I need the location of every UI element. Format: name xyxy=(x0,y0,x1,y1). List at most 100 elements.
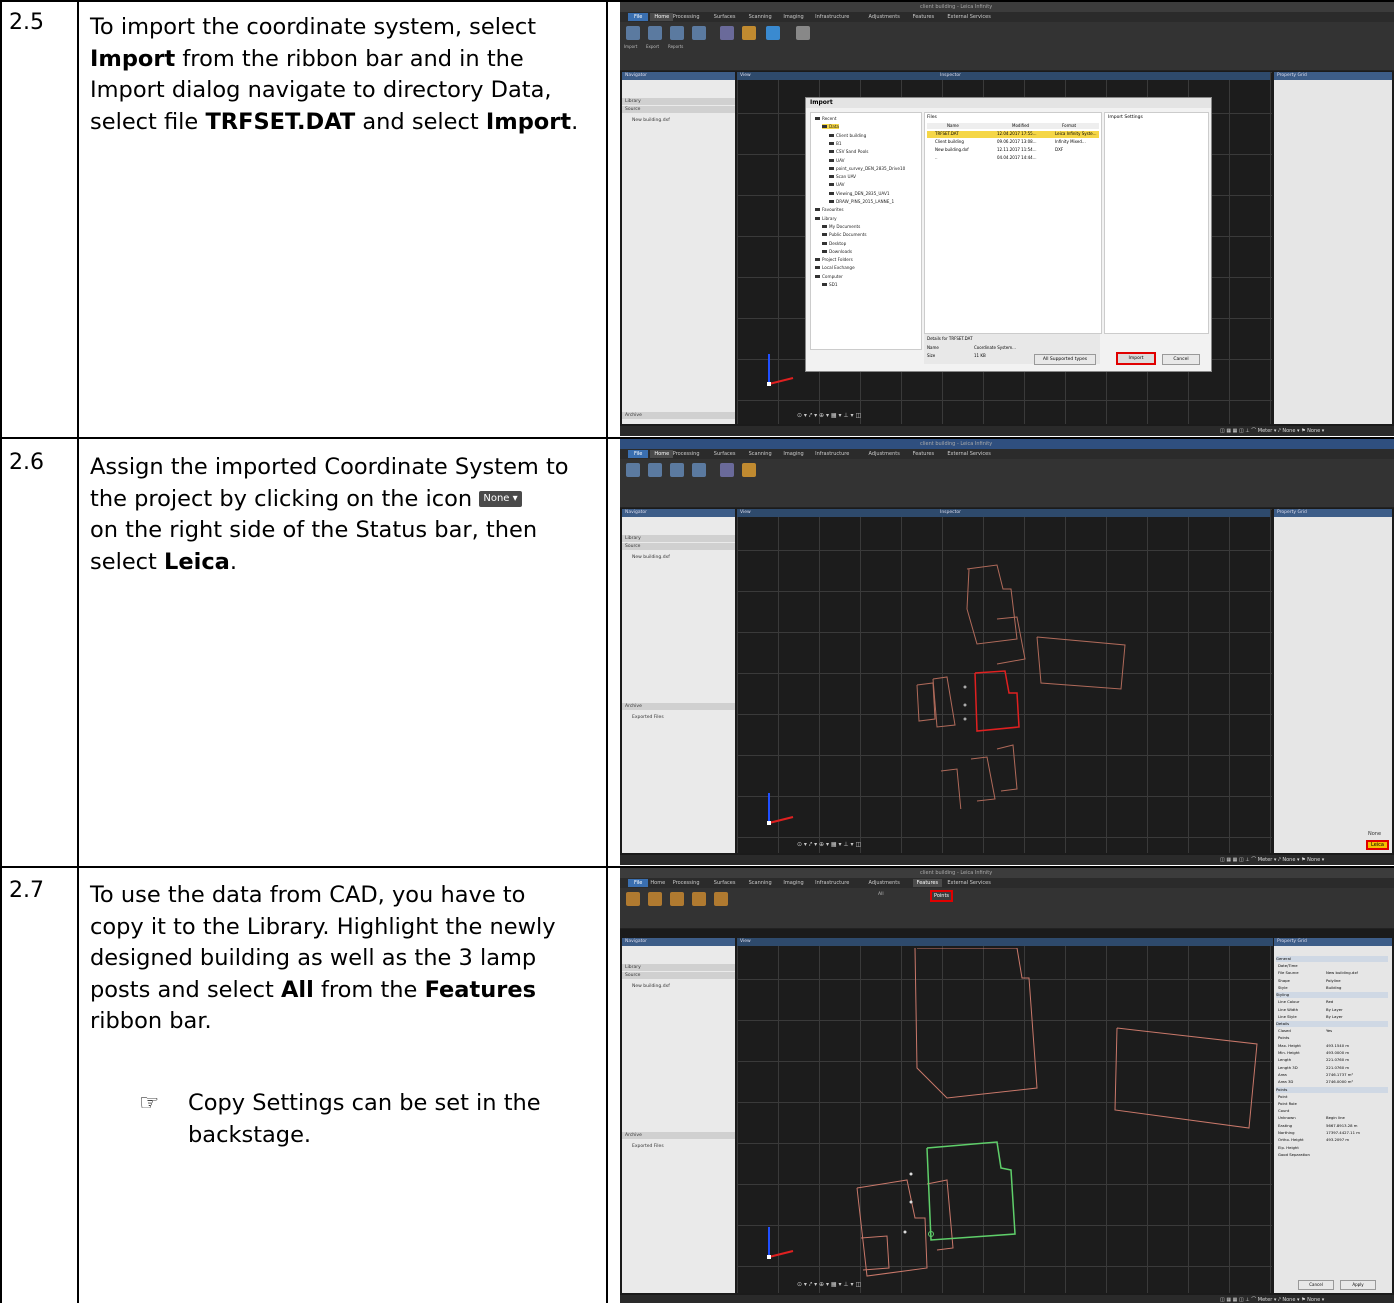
line-feature-icon[interactable] xyxy=(648,892,662,906)
pg-apply-button[interactable]: Apply xyxy=(1340,1280,1376,1290)
spline-feature-icon[interactable] xyxy=(692,892,706,906)
property-value[interactable]: 2746.0000 m² xyxy=(1326,1079,1353,1084)
view-area[interactable]: View Inspector ⊙ ▾ ⤤ ▾ ⊕ ▾ ▦ ▾ ⊥ ▾ ◫ xyxy=(737,509,1272,853)
cs-option-leica[interactable]: Leica xyxy=(1366,840,1389,850)
column-name[interactable]: Name xyxy=(947,123,959,128)
ribbon-tab[interactable]: Imaging xyxy=(783,879,803,887)
property-value[interactable]: Polyline xyxy=(1326,978,1341,983)
ribbon-tab[interactable]: File xyxy=(628,13,649,21)
ribbon-tab[interactable]: File xyxy=(628,450,649,458)
new-building-item[interactable]: New building.dxf xyxy=(632,555,670,560)
archive-bar[interactable]: Archive xyxy=(622,412,735,419)
new-building-item[interactable]: New building.dxf xyxy=(632,984,670,989)
ribbon-tabs[interactable]: File Home Processing Surfaces Scanning Imagin… xyxy=(620,12,1394,22)
cancel-button[interactable]: Cancel xyxy=(1162,354,1200,365)
folder-tree-item[interactable]: SD1 xyxy=(822,282,838,287)
file-row[interactable]: Client building 09.06.2017 13:08... Infini… xyxy=(927,139,1099,146)
folder-tree-item[interactable]: Recent xyxy=(815,116,836,121)
library-bar[interactable]: Library xyxy=(622,98,735,105)
station-icon[interactable] xyxy=(742,463,756,477)
arc-feature-icon[interactable] xyxy=(670,892,684,906)
property-value[interactable]: By Layer xyxy=(1326,1007,1343,1012)
folder-tree-item[interactable]: Scan UAV xyxy=(829,174,856,179)
status-controls[interactable]: ◫ ▦ ▦ ◫ ⊥ ⌒ Meter ▾ ⤤ None ▾ ⚑ None ▾ xyxy=(1220,856,1324,863)
property-section[interactable]: Styling xyxy=(1276,992,1388,999)
property-value[interactable]: 5667.8913.28 m xyxy=(1326,1123,1357,1128)
folder-tree-item[interactable]: B1 xyxy=(829,141,842,146)
folder-tree-item[interactable]: CSV Sand Pools xyxy=(829,149,869,154)
ribbon-tab[interactable]: Infrastructure xyxy=(815,879,849,887)
folder-tree-item[interactable]: point_survey_DEN_2835_Drive10 xyxy=(829,166,905,171)
reports-icon[interactable] xyxy=(670,463,684,477)
ribbon-tab[interactable]: Scanning xyxy=(749,13,772,21)
new-building-item[interactable]: New building.dxf xyxy=(632,118,670,123)
folder-tree-item[interactable]: Data xyxy=(822,124,839,130)
property-value[interactable]: Begin line xyxy=(1326,1115,1345,1120)
ribbon-tab[interactable]: File xyxy=(628,879,649,887)
ribbon-tabs[interactable]: File Home Processing Surfaces Scanning Imagin… xyxy=(620,449,1394,459)
ribbon-tab[interactable]: Features xyxy=(913,450,935,458)
status-controls[interactable]: ◫ ▦ ▦ ◫ ⊥ ⌒ Meter ▾ ⤤ None ▾ ⚑ None ▾ xyxy=(1220,427,1324,434)
ribbon-tab[interactable]: External Services xyxy=(947,879,990,887)
ribbon-tab[interactable]: Features xyxy=(912,879,943,887)
property-section[interactable]: General xyxy=(1276,956,1388,962)
exported-files-item[interactable]: Exported Files xyxy=(632,1144,664,1149)
folder-tree-item[interactable]: Viewing_DEN_2835_UAV1 xyxy=(829,191,890,196)
view-toolbar[interactable]: ⊙ ▾ ⤤ ▾ ⊕ ▾ ▦ ▾ ⊥ ▾ ◫ xyxy=(797,412,861,420)
ribbon-tab[interactable]: Processing xyxy=(673,450,700,458)
library-bar[interactable]: Library xyxy=(622,964,735,971)
folder-tree-item[interactable]: Library xyxy=(815,216,837,221)
ribbon-tab[interactable]: Home xyxy=(650,879,665,887)
property-value[interactable]: 17397.4427.11 m xyxy=(1326,1130,1360,1135)
ribbon-tab[interactable]: Adjustments xyxy=(869,13,900,21)
ribbon-tab[interactable]: Surfaces xyxy=(714,450,736,458)
property-value[interactable]: By Layer xyxy=(1326,1014,1343,1019)
folder-tree-item[interactable]: Desktop xyxy=(822,241,846,246)
ribbon-tab[interactable]: External Services xyxy=(947,13,990,21)
property-value[interactable]: New building.dxf xyxy=(1326,970,1358,975)
file-row[interactable]: New building.dxf 12.11.2017 11:54... DXF xyxy=(927,147,1099,154)
folder-tree-item[interactable]: My Documents xyxy=(822,224,860,229)
area-feature-icon[interactable] xyxy=(714,892,728,906)
property-section[interactable]: Points xyxy=(1276,1086,1388,1093)
view-toolbar[interactable]: ⊙ ▾ ⤤ ▾ ⊕ ▾ ▦ ▾ ⊥ ▾ ◫ xyxy=(797,1281,861,1289)
view-area[interactable]: View ⊙ ▾ ⤤ ▾ ⊕ ▾ ▦ ▾ ⊥ ▾ ◫ xyxy=(737,938,1273,1293)
property-value[interactable]: Red xyxy=(1326,999,1333,1004)
archive-bar[interactable]: Archive xyxy=(622,1132,735,1139)
ribbon-tab[interactable]: External Services xyxy=(947,450,990,458)
folder-tree-item[interactable]: Computer xyxy=(815,274,843,279)
ribbon-tab[interactable]: Infrastructure xyxy=(815,450,849,458)
ribbon-tab[interactable]: Adjustments xyxy=(869,879,900,887)
layer-manager-icon[interactable] xyxy=(796,26,810,40)
all-menu[interactable]: All xyxy=(878,892,884,897)
property-value[interactable]: 493.0000 m xyxy=(1326,1050,1349,1055)
exported-files-item[interactable]: Exported Files xyxy=(632,715,664,720)
folder-tree-item[interactable]: Public Documents xyxy=(822,232,867,237)
source-bar[interactable]: Source xyxy=(622,543,735,550)
property-value[interactable]: 221.0760 m xyxy=(1326,1065,1349,1070)
folder-tree-item[interactable]: UAV xyxy=(829,158,845,163)
folder-tree-item[interactable]: Client building xyxy=(829,133,866,138)
import-icon[interactable] xyxy=(626,26,640,40)
property-value[interactable]: 493.2097 m xyxy=(1326,1137,1349,1142)
file-row[interactable]: .. 04.04.2017 14:44... xyxy=(927,155,1099,162)
export-icon[interactable] xyxy=(648,463,662,477)
point-icon[interactable] xyxy=(720,26,734,40)
google-earth-icon[interactable] xyxy=(692,26,706,40)
property-value[interactable]: 221.0760 m xyxy=(1326,1057,1349,1062)
ribbon-tab[interactable]: Infrastructure xyxy=(815,13,849,21)
import-icon[interactable] xyxy=(626,463,640,477)
ribbon-tab[interactable]: Scanning xyxy=(749,879,772,887)
column-format[interactable]: Format xyxy=(1062,123,1076,128)
folder-tree-item[interactable]: Downloads xyxy=(822,249,852,254)
point-feature-icon[interactable] xyxy=(626,892,640,906)
property-section[interactable]: Details xyxy=(1276,1021,1388,1028)
property-value[interactable]: 2746.1737 m² xyxy=(1326,1072,1353,1077)
source-bar[interactable]: Source xyxy=(622,106,735,113)
property-value[interactable]: Yes xyxy=(1326,1028,1332,1033)
view-toolbar[interactable]: ⊙ ▾ ⤤ ▾ ⊕ ▾ ▦ ▾ ⊥ ▾ ◫ xyxy=(797,841,861,849)
library-bar[interactable]: Library xyxy=(622,535,735,542)
folder-tree-item[interactable]: DRAW_PINS_2015_LANNE_1 xyxy=(829,199,894,204)
ribbon-tab[interactable]: Home xyxy=(650,13,674,21)
folder-tree[interactable]: Recent Data Client building B1 CSV Sand Pool… xyxy=(810,112,922,350)
